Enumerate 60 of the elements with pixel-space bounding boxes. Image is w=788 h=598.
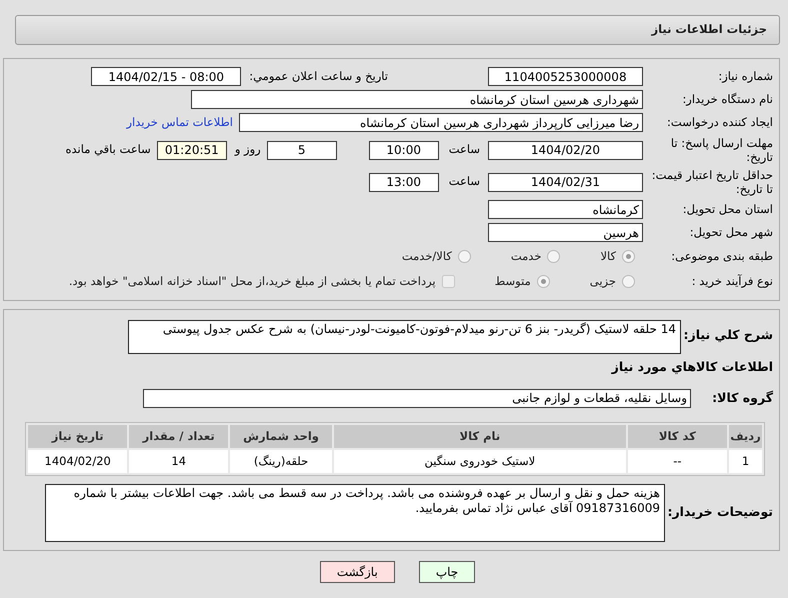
days-field[interactable]: 5 <box>266 140 337 160</box>
back-button[interactable]: بازگشت <box>320 560 395 583</box>
field-label: مهلت ارسال پاسخ: تا تاریخ: <box>670 136 773 164</box>
date-field[interactable]: 1404/02/31 <box>488 172 643 192</box>
province-field[interactable]: کرمانشاه <box>488 200 643 219</box>
field-label: تاریخ و ساعت اعلان عمومي: <box>249 68 388 85</box>
print-button[interactable]: چاپ <box>418 560 476 583</box>
field-label: توضیحات خریدار: <box>666 503 773 522</box>
remaining-time-field[interactable]: 01:20:51 <box>156 140 227 160</box>
field-label: ساعت <box>448 173 480 190</box>
column-header: واحد شمارش <box>230 424 332 448</box>
announce-date-field[interactable]: 1404/02/15 - 08:00 <box>91 67 242 86</box>
time-field[interactable]: 10:00 <box>368 140 439 160</box>
time-field[interactable]: 13:00 <box>368 172 439 192</box>
section-title: اطلاعات کالاهاي مورد نياز <box>610 358 773 376</box>
field-label: شهر محل تحویل: <box>688 225 773 240</box>
radio-button[interactable] <box>458 250 471 263</box>
date-field[interactable]: 1404/02/20 <box>488 140 643 160</box>
table-cell: لاستیک خودروی سنگین <box>334 450 626 473</box>
group-field[interactable]: وسایل نقلیه، قطعات و لوازم جانبی <box>143 388 691 408</box>
column-header: کد کالا <box>628 424 728 448</box>
table-cell: 1 <box>729 450 762 473</box>
field-label: شماره نیاز: <box>717 69 773 84</box>
field-label: نام دستگاه خریدار: <box>681 92 773 107</box>
option-label: کالا/خدمت <box>402 248 452 265</box>
table-cell: 1404/02/20 <box>28 450 128 473</box>
need-number-field[interactable]: 1104005253000008 <box>488 67 643 86</box>
field-label: شرح کلي نياز: <box>682 326 773 344</box>
radio-button[interactable] <box>536 275 550 288</box>
option-label: کالا <box>600 248 616 265</box>
field-label: روز و <box>234 141 261 158</box>
notes-box[interactable]: هزینه حمل و نقل و ارسال بر عهده فروشنده می باشد. پرداخت در سه قسط می باشد. جهت اطلاعات بیشتر با شماره 09187316009 آقای عباس نژاد تماس بفرمایید. <box>45 484 665 542</box>
buyer-org-field[interactable]: شهرداری هرسین استان کرمانشاه <box>191 90 643 109</box>
column-header: تعداد / مقدار <box>129 424 228 448</box>
table-cell: -- <box>628 450 728 473</box>
option-label: متوسط <box>494 272 531 290</box>
summary-box[interactable]: 14 حلقه لاستیک (گریدر- بنز 6 تن-رنو میدلام-فوتون-کامیونت-لودر-نیسان) به شرح عکس جدول پیوستی <box>128 320 681 354</box>
page-title: جزئیات اطلاعات نیاز <box>651 21 767 38</box>
field-label: نوع فرآیند خرید : <box>690 274 773 289</box>
column-header: نام کالا <box>334 424 626 448</box>
radio-button[interactable] <box>622 250 635 263</box>
column-header: تاریخ نیاز <box>28 424 128 448</box>
field-label: ساعت باقي مانده <box>66 141 151 158</box>
column-header: ردیف <box>729 424 762 448</box>
radio-button[interactable] <box>547 250 560 263</box>
option-label: جزیی <box>590 272 616 290</box>
table-cell: حلقه(رینگ) <box>230 450 332 473</box>
field-label: ایجاد کننده درخواست: <box>666 115 773 130</box>
radio-button[interactable] <box>622 275 635 288</box>
table-cell: 14 <box>129 450 228 473</box>
option-label: خدمت <box>510 248 542 265</box>
city-field[interactable]: هرسین <box>488 223 643 242</box>
contact-link[interactable]: اطلاعات تماس خریدار <box>126 114 233 132</box>
field-label: گروه کالا: <box>711 388 773 407</box>
field-label: حداقل تاریخ اعتبار قیمت: تا تاریخ: <box>650 168 773 196</box>
field-label: طبقه بندی موضوعی: <box>670 249 773 264</box>
field-label: استان محل تحویل: <box>682 202 773 217</box>
requester-field[interactable]: رضا میرزایی کارپرداز شهرداری هرسین استان کرمانشاه <box>239 113 643 132</box>
field-label: ساعت <box>448 141 480 158</box>
checkbox-label: پرداخت تمام یا بخشی از مبلغ خرید،از محل "اسناد خزانه اسلامی" خواهد بود. <box>68 272 436 290</box>
